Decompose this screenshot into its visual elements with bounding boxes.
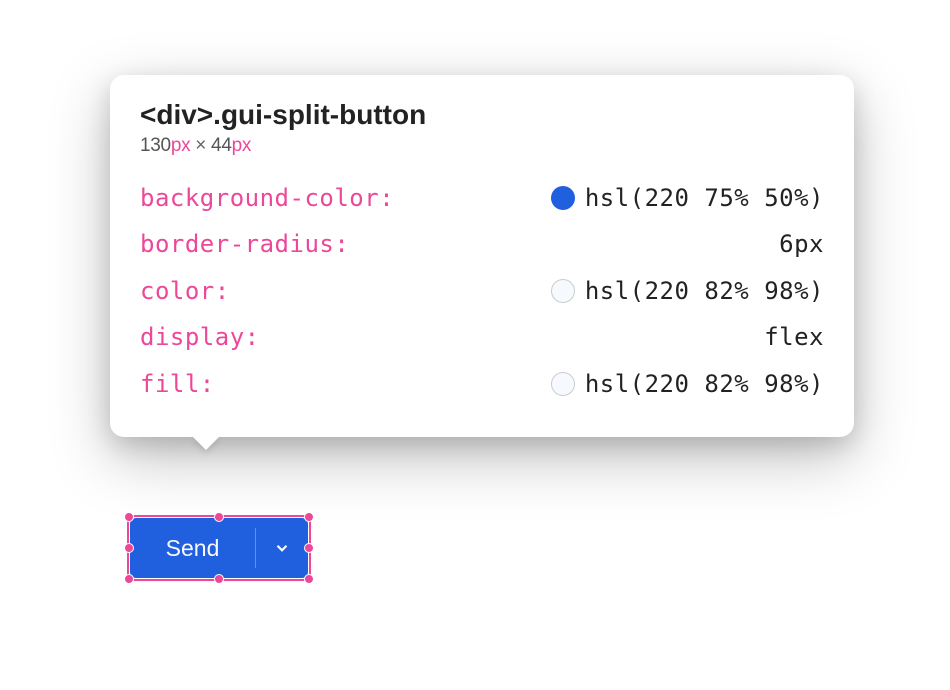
css-property-name: fill: <box>140 365 215 403</box>
css-property-value: 6px <box>779 225 824 263</box>
css-property-row: fill: hsl(220 82% 98%) <box>140 365 824 403</box>
css-property-row: border-radius: 6px <box>140 225 824 263</box>
send-button[interactable]: Send <box>130 518 255 578</box>
css-property-name: color: <box>140 272 230 310</box>
css-property-row: background-color: hsl(220 75% 50%) <box>140 179 824 217</box>
css-property-value: flex <box>764 318 824 356</box>
css-property-name: border-radius: <box>140 225 349 263</box>
tooltip-pointer-icon <box>192 436 220 450</box>
send-button-label: Send <box>166 535 220 562</box>
element-dimensions: 130px × 44px <box>140 135 824 157</box>
gui-split-button: Send <box>130 518 308 578</box>
color-swatch-icon <box>551 372 575 396</box>
element-selector: <div>.gui-split-button <box>140 99 824 131</box>
color-swatch-icon <box>551 279 575 303</box>
css-property-value: hsl(220 82% 98%) <box>585 365 824 403</box>
devtools-inspector-tooltip: <div>.gui-split-button 130px × 44px back… <box>110 75 854 437</box>
css-property-row: display: flex <box>140 318 824 356</box>
css-property-name: display: <box>140 318 260 356</box>
css-property-name: background-color: <box>140 179 394 217</box>
chevron-down-icon <box>273 539 291 557</box>
css-property-row: color: hsl(220 82% 98%) <box>140 272 824 310</box>
css-property-value: hsl(220 82% 98%) <box>585 272 824 310</box>
css-property-value: hsl(220 75% 50%) <box>585 179 824 217</box>
dropdown-toggle-button[interactable] <box>256 518 308 578</box>
color-swatch-icon <box>551 186 575 210</box>
split-button-wrapper: Send <box>130 518 308 578</box>
